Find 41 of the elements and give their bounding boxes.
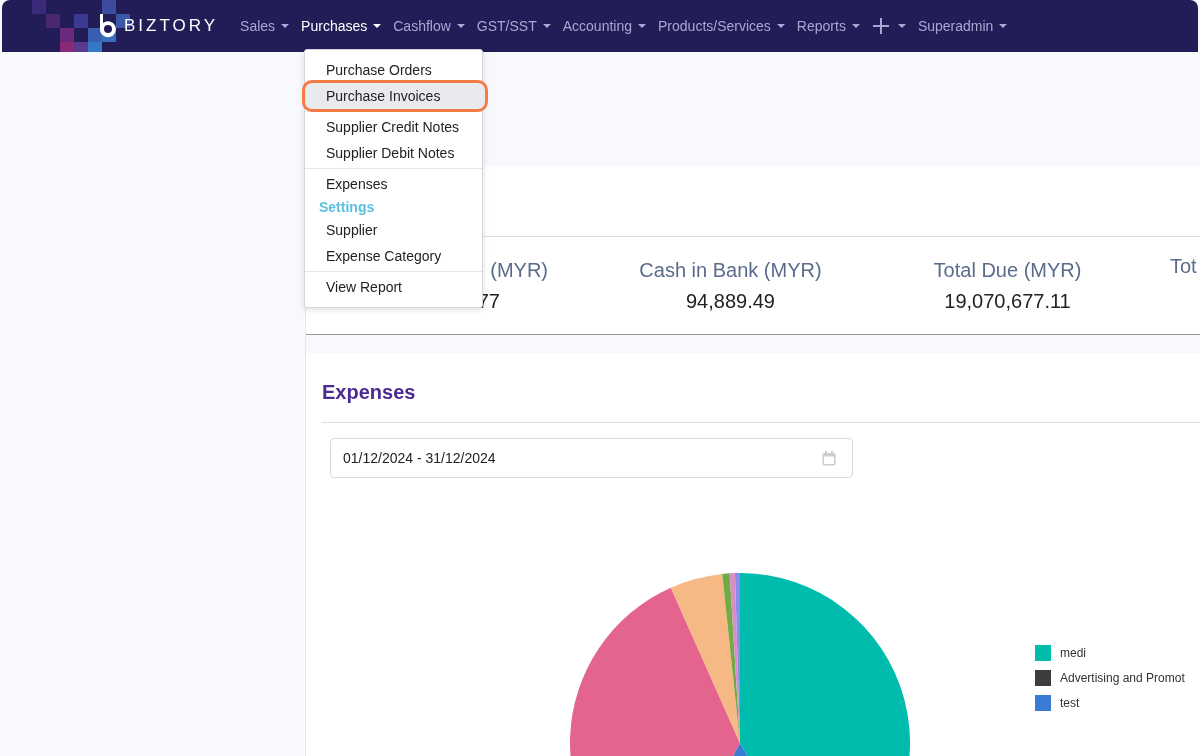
nav-menu-item[interactable]: Accounting [562, 18, 647, 34]
menu-item[interactable]: View Report [305, 274, 482, 300]
caret-icon [638, 24, 647, 28]
stat-value: 19,070,677.11 [944, 289, 1071, 313]
menu-item[interactable]: Purchase Orders [305, 57, 482, 83]
caret-icon [456, 24, 465, 28]
legend-label: medi [1060, 646, 1086, 660]
stat-value: 94,889.49 [686, 289, 775, 313]
nav-menu-item[interactable]: Cashflow [393, 18, 465, 34]
menu-item[interactable]: Expenses [305, 171, 482, 197]
menu-item[interactable]: Purchase Invoices [305, 83, 485, 109]
plus-icon [871, 17, 890, 35]
caret-icon [281, 24, 290, 28]
caret-icon [542, 24, 551, 28]
stat-label: Cash in Bank (MYR) [639, 258, 822, 282]
menu-item[interactable]: Supplier [305, 217, 482, 243]
caret-icon [373, 24, 382, 28]
section-title: Expenses [322, 353, 1200, 423]
brand-name: BIZTORY [124, 16, 219, 36]
calendar-icon [822, 450, 836, 466]
nav-menu-item[interactable]: Reports [796, 18, 860, 34]
menu-item[interactable]: Supplier Credit Notes [305, 114, 482, 140]
date-range-field[interactable]: 01/12/2024 - 31/12/2024 [330, 438, 853, 478]
caret-icon [897, 24, 906, 28]
add-menu-button[interactable] [871, 17, 906, 35]
nav-menu-item[interactable]: GST/SST [476, 18, 551, 34]
caret-icon [776, 24, 785, 28]
legend-label: test [1060, 696, 1080, 710]
menu-item[interactable]: Supplier Debit Notes [305, 140, 482, 166]
stat-label: (MYR) [490, 258, 548, 282]
nav-menu-item[interactable]: Sales [240, 18, 290, 34]
stat-label: Tot [1170, 255, 1197, 278]
nav-menu-item[interactable]: Purchases [301, 18, 382, 34]
nav-menu-item[interactable]: Superadmin [917, 18, 1008, 34]
legend-label: Advertising and Promot [1060, 671, 1185, 685]
nav-menu-item[interactable]: Products/Services [658, 18, 785, 34]
menu-heading: Settings [318, 198, 376, 217]
caret-icon [999, 24, 1008, 28]
menu-item[interactable]: Expense Category [305, 243, 482, 269]
caret-icon [851, 24, 860, 28]
stat-label: Total Due (MYR) [933, 258, 1082, 282]
